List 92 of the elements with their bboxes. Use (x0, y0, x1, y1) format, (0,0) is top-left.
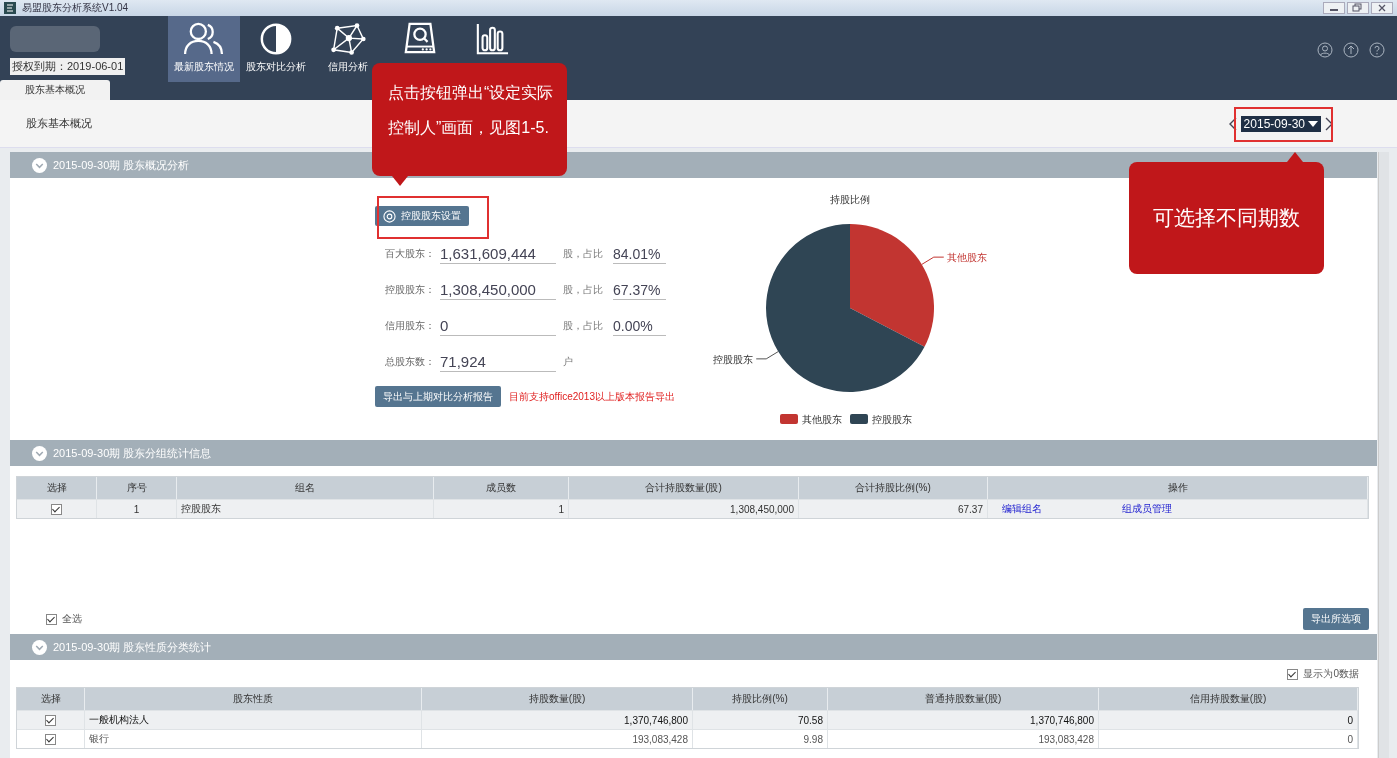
table-cell: 银行 (85, 729, 422, 748)
help-icon[interactable] (1369, 42, 1385, 58)
table-cell: 1,308,450,000 (569, 499, 799, 518)
table-cell: 193,083,428 (422, 729, 693, 748)
page-tab[interactable]: 股东基本概况 (0, 80, 110, 100)
upload-icon[interactable] (1343, 42, 1359, 58)
action-link[interactable]: 编辑组名 (1002, 502, 1042, 516)
column-header: 成员数 (434, 477, 569, 499)
export-report-button[interactable]: 导出与上期对比分析报告 (375, 386, 501, 407)
stat-unit-label: 股，占比 (563, 247, 604, 261)
stat-ratio-field: 0.00% (613, 316, 666, 336)
select-all-label: 全选 (62, 612, 82, 626)
column-header: 选择 (17, 477, 97, 499)
settings-icon (383, 209, 396, 223)
collapse-icon (32, 157, 47, 173)
tooltip-pointer-icon (1287, 152, 1303, 162)
stat-ratio-field: 84.01% (613, 244, 666, 264)
chart-title: 持股比例 (830, 194, 870, 205)
scrollbar[interactable] (1378, 152, 1389, 758)
stat-unit-label: 户 (563, 355, 574, 369)
stat-unit-label: 股，占比 (563, 283, 604, 297)
collapse-icon (32, 445, 47, 461)
table-cell: 一般机构法人 (85, 710, 422, 729)
table-cell: 1,370,746,800 (828, 710, 1099, 729)
show-zero-label: 显示为0数据 (1303, 667, 1359, 681)
half-circle-icon (258, 22, 294, 56)
stat-value-field: 1,308,450,000 (440, 280, 556, 300)
column-header: 持股数量(股) (422, 688, 693, 710)
leader-line (921, 256, 945, 265)
table-cell: 1,370,746,800 (422, 710, 693, 729)
bar-chart-icon (474, 22, 510, 56)
table-cell: 9.98 (693, 729, 828, 748)
restore-icon[interactable] (1347, 2, 1369, 14)
tooltip-pointer-icon (392, 176, 408, 186)
row-checkbox[interactable] (45, 714, 56, 726)
leader-line (755, 351, 779, 360)
table-cell: 0 (1099, 710, 1358, 729)
network-icon (330, 22, 366, 56)
table-cell: 1 (97, 499, 177, 518)
row-checkbox[interactable] (51, 503, 62, 515)
stat-label: 信用股东： (384, 319, 435, 333)
stat-value-field: 0 (440, 316, 556, 336)
controlling-shareholder-settings-button[interactable]: 控股股东设置 (375, 206, 469, 226)
legend-label: 控股股东 (872, 414, 912, 425)
user-icon[interactable] (1317, 42, 1333, 58)
column-header: 信用持股数量(股) (1099, 688, 1358, 710)
row-checkbox[interactable] (45, 733, 56, 745)
caret-icon (1308, 120, 1318, 127)
minimize-icon[interactable] (1323, 2, 1345, 14)
stat-value-field: 71,924 (440, 352, 556, 372)
period-dropdown[interactable]: 2015-09-30 (1240, 115, 1321, 132)
column-header: 合计持股数量(股) (569, 477, 799, 499)
stat-label: 总股东数： (384, 355, 435, 369)
table-cell: 67.37 (799, 499, 988, 518)
stat-unit-label: 股，占比 (563, 319, 604, 333)
stat-value-field: 1,631,609,444 (440, 244, 556, 264)
app-logo-icon (4, 2, 16, 14)
annotation-tooltip: 可选择不同期数 (1129, 162, 1324, 274)
page-title: 股东基本概况 (26, 116, 92, 131)
table-cell: 70.58 (693, 710, 828, 729)
show-zero-checkbox[interactable] (1287, 668, 1299, 680)
annotation-tooltip: 点击按钮弹出“设定实际控制人”画面，见图1-5. (372, 63, 567, 176)
license-expiry-label: 授权到期：2019-06-01 (10, 58, 126, 75)
legend-label: 其他股东 (802, 414, 842, 425)
stat-label: 百大股东： (384, 247, 435, 261)
slice-label: 控股股东 (713, 353, 754, 365)
nav-item[interactable]: 股东对比分析 (240, 16, 312, 82)
column-header: 操作 (988, 477, 1368, 499)
stat-ratio-field: 67.37% (613, 280, 666, 300)
column-header: 组名 (177, 477, 434, 499)
search-drive-icon (402, 22, 438, 56)
window-title: 易盟股东分析系统V1.04 (22, 1, 129, 15)
table-cell: 193,083,428 (828, 729, 1099, 748)
export-selected-button[interactable]: 导出所选项 (1303, 608, 1369, 630)
select-all-checkbox[interactable] (46, 613, 57, 625)
table-cell: 0 (1099, 729, 1358, 748)
collapse-icon (32, 639, 47, 655)
column-header: 选择 (17, 688, 85, 710)
people-icon (182, 22, 226, 56)
column-header: 股东性质 (85, 688, 422, 710)
column-header: 普通持股数量(股) (828, 688, 1099, 710)
stat-label: 控股股东： (384, 283, 435, 297)
column-header: 合计持股比例(%) (799, 477, 988, 499)
action-link[interactable]: 组成员管理 (1122, 502, 1172, 516)
export-note: 目前支持office2013以上版本报告导出 (509, 389, 675, 404)
table-cell: 控股股东 (177, 499, 434, 518)
column-header: 序号 (97, 477, 177, 499)
slice-label: 其他股东 (946, 252, 987, 264)
close-icon[interactable] (1371, 2, 1393, 14)
table-cell: 1 (434, 499, 569, 518)
column-header: 持股比例(%) (693, 688, 828, 710)
nav-item[interactable]: 最新股东情况 (168, 16, 240, 82)
